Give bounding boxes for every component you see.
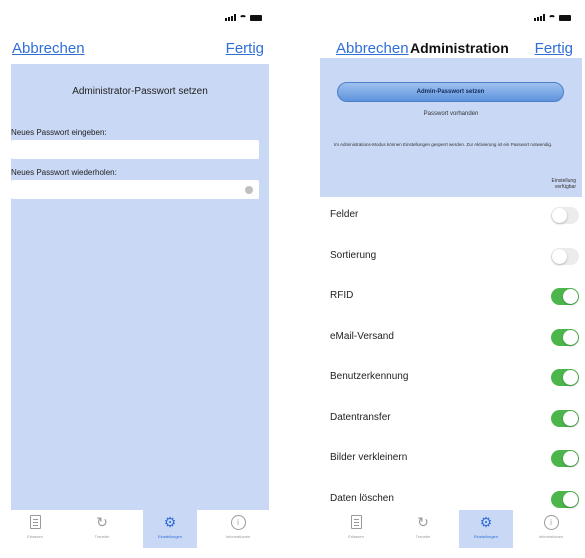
tab-information[interactable]: i Informationen bbox=[211, 510, 265, 548]
gear-icon: ⚙ bbox=[163, 513, 177, 530]
wifi-icon bbox=[548, 14, 556, 21]
password-status: Passwort vorhanden bbox=[423, 111, 479, 117]
admin-info-text: Im Administrations-Modus können Einstell… bbox=[334, 142, 553, 147]
setting-row: Benutzerkennung bbox=[320, 359, 585, 400]
setting-label: Datentransfer bbox=[330, 411, 391, 423]
clipboard-icon bbox=[27, 514, 43, 530]
setting-toggle[interactable] bbox=[551, 288, 579, 305]
setting-label: Bilder verkleinern bbox=[330, 452, 408, 463]
tab-label: Transfer bbox=[415, 534, 431, 539]
tab-label: Informationen bbox=[225, 534, 251, 539]
setting-label: Daten löschen bbox=[330, 492, 394, 504]
setting-label: RFID bbox=[330, 290, 354, 301]
administration-screen: Abbrechen Administration Fertig Admin-Pa… bbox=[309, 0, 585, 558]
signal-icon bbox=[534, 14, 545, 21]
setting-label: eMail-Versand bbox=[330, 330, 394, 342]
setting-toggle[interactable] bbox=[551, 409, 579, 427]
setting-row: Datentransfer bbox=[320, 400, 585, 441]
toggle-knob bbox=[563, 451, 578, 466]
sync-icon: ↻ bbox=[417, 513, 429, 530]
set-admin-password-button[interactable]: Admin-Passwort setzen bbox=[337, 82, 564, 102]
tab-bar: Erfassen ↻ Transfer ⚙ Einstellungen i In… bbox=[309, 510, 585, 558]
setting-row: RFID bbox=[320, 278, 585, 319]
admin-panel: Admin-Passwort setzen Passwort vorhanden… bbox=[320, 58, 582, 197]
tab-transfer[interactable]: ↻ Transfer bbox=[75, 510, 129, 548]
tab-information[interactable]: i Informationen bbox=[524, 510, 578, 548]
status-bar bbox=[225, 14, 262, 21]
tab-erfassen[interactable]: Erfassen bbox=[8, 510, 62, 548]
tab-label: Erfassen bbox=[27, 534, 43, 539]
tab-bar: Erfassen ↻ Transfer ⚙ Einstellungen i In… bbox=[0, 510, 276, 558]
done-button[interactable]: Fertig bbox=[535, 40, 573, 57]
tab-settings[interactable]: ⚙ Einstellungen bbox=[459, 510, 513, 548]
tab-settings[interactable]: ⚙ Einstellungen bbox=[143, 510, 197, 548]
setting-toggle[interactable] bbox=[551, 369, 579, 386]
repeat-password-wrapper bbox=[11, 180, 259, 199]
tab-label: Erfassen bbox=[348, 534, 364, 539]
status-bar bbox=[534, 14, 571, 21]
battery-icon bbox=[559, 14, 571, 21]
page-title: Administration bbox=[410, 40, 509, 56]
clear-icon[interactable] bbox=[245, 186, 253, 194]
tab-transfer[interactable]: ↻ Transfer bbox=[396, 510, 450, 548]
wifi-icon bbox=[239, 14, 247, 21]
tab-label: Einstellungen bbox=[157, 534, 183, 539]
toggle-knob bbox=[563, 289, 578, 304]
repeat-password-field[interactable] bbox=[11, 180, 259, 199]
toggle-knob bbox=[563, 329, 578, 345]
setting-label: Benutzerkennung bbox=[330, 371, 409, 382]
setting-toggle[interactable] bbox=[551, 247, 579, 265]
toggle-knob bbox=[563, 410, 578, 426]
toggle-knob bbox=[563, 491, 578, 507]
setting-row: Bilder verkleinern bbox=[320, 440, 585, 481]
new-password-field[interactable] bbox=[11, 140, 259, 159]
tab-label: Informationen bbox=[538, 534, 564, 539]
gear-icon: ⚙ bbox=[479, 513, 493, 530]
info-icon: i bbox=[230, 514, 246, 530]
toggle-knob bbox=[563, 370, 578, 385]
tab-label: Transfer bbox=[94, 534, 110, 539]
settings-list: Felder Sortierung RFID eMail-Versand Benutze… bbox=[320, 197, 585, 521]
tab-erfassen[interactable]: Erfassen bbox=[329, 510, 383, 548]
password-panel: Administrator-Passwort setzen Neues Pass… bbox=[11, 64, 269, 512]
toggle-knob bbox=[552, 208, 567, 223]
cancel-button[interactable]: Abbrechen bbox=[12, 40, 85, 57]
setting-toggle[interactable] bbox=[551, 328, 579, 346]
setting-row: Felder bbox=[320, 197, 585, 238]
availability-column-header: Einstellung verfügbar bbox=[551, 178, 576, 190]
battery-icon bbox=[250, 14, 262, 21]
sync-icon: ↻ bbox=[96, 513, 108, 530]
setting-toggle[interactable] bbox=[551, 207, 579, 224]
panel-title: Administrator-Passwort setzen bbox=[72, 86, 208, 97]
setting-row: eMail-Versand bbox=[320, 319, 585, 360]
toggle-knob bbox=[552, 248, 567, 264]
new-password-label: Neues Passwort eingeben: bbox=[11, 128, 107, 137]
tab-label: Einstellungen bbox=[473, 534, 499, 539]
setting-row: Sortierung bbox=[320, 238, 585, 279]
password-screen: Abbrechen Fertig Administrator-Passwort … bbox=[0, 0, 276, 558]
info-icon: i bbox=[543, 514, 559, 530]
setting-label: Felder bbox=[330, 209, 359, 220]
clipboard-icon bbox=[348, 514, 364, 530]
done-button[interactable]: Fertig bbox=[226, 40, 264, 57]
signal-icon bbox=[225, 14, 236, 21]
setting-toggle[interactable] bbox=[551, 450, 579, 467]
cancel-button[interactable]: Abbrechen bbox=[336, 40, 409, 57]
setting-toggle[interactable] bbox=[551, 490, 579, 508]
setting-label: Sortierung bbox=[330, 249, 377, 261]
repeat-password-label: Neues Passwort wiederholen: bbox=[11, 168, 117, 177]
nav-bar: Abbrechen Fertig bbox=[0, 34, 276, 64]
